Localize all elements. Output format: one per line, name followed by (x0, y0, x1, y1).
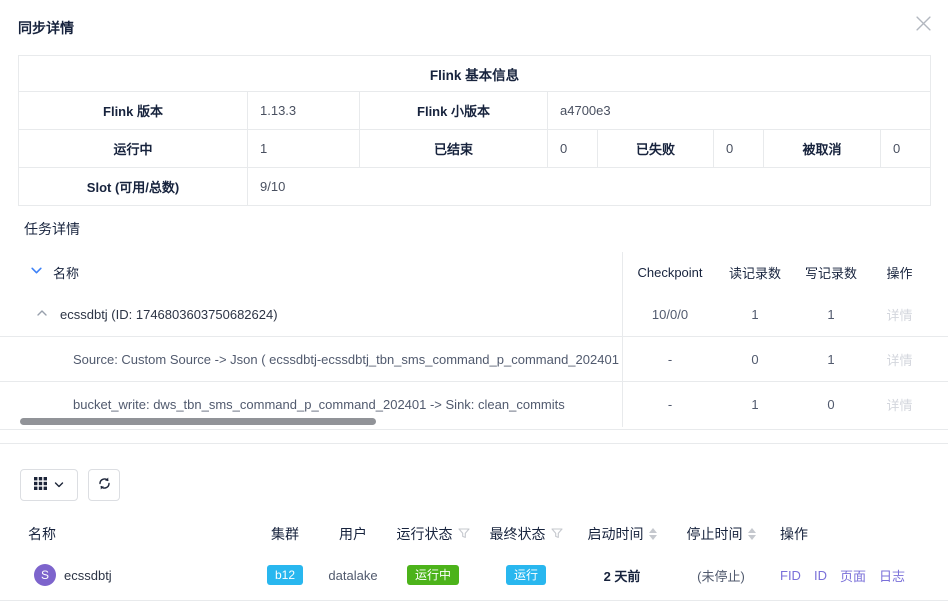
jobs-col-cluster: 集群 (250, 524, 320, 544)
jobs-col-start-time: 启动时间 (572, 524, 672, 544)
task-col-action: 操作 (869, 263, 930, 282)
task-row-source: Source: Custom Source -> Json ( ecssdbtj… (0, 337, 948, 382)
jobs-col-run-status: 运行状态 (386, 524, 480, 544)
slot-label: Slot (可用/总数) (19, 168, 248, 206)
task-details-table: 名称 Checkpoint 读记录数 写记录数 操作 ecssdbtj (ID:… (0, 252, 948, 427)
run-status-badge: 运行中 (407, 565, 459, 585)
column-settings-button[interactable] (20, 469, 78, 501)
detail-link[interactable]: 详情 (886, 398, 912, 413)
task-col-read: 读记录数 (717, 263, 793, 282)
horizontal-scrollbar[interactable] (20, 418, 376, 425)
jobs-col-run-status-label: 运行状态 (397, 524, 453, 544)
cluster-badge: b12 (267, 565, 303, 585)
id-link[interactable]: ID (814, 568, 827, 583)
flink-info-table: Flink 基本信息 Flink 版本 1.13.3 Flink 小版本 a47… (18, 55, 931, 206)
refresh-button[interactable] (88, 469, 120, 501)
filter-funnel-icon[interactable] (551, 526, 563, 542)
detail-link[interactable]: 详情 (886, 308, 912, 323)
log-link[interactable]: 日志 (879, 566, 905, 585)
flink-version-value: 1.13.3 (248, 92, 360, 130)
write-count: 1 (793, 352, 869, 367)
jobs-col-start-time-label: 启动时间 (588, 524, 644, 544)
task-operator-name: Source: Custom Source -> Json ( ecssdbtj… (0, 337, 622, 381)
page-link[interactable]: 页面 (840, 566, 866, 585)
task-table-header: 名称 Checkpoint 读记录数 写记录数 操作 (0, 252, 948, 292)
job-start-time: 2 天前 (572, 566, 672, 585)
job-user: datalake (320, 568, 386, 583)
jobs-col-user: 用户 (320, 524, 386, 544)
jobs-col-stop-time: 停止时间 (672, 524, 770, 544)
refresh-icon (97, 476, 112, 494)
flink-version-label: Flink 版本 (19, 92, 248, 130)
chevron-down-icon (54, 478, 64, 493)
read-count: 0 (717, 352, 793, 367)
job-stop-time: (未停止) (672, 566, 770, 585)
flink-minor-value: a4700e3 (548, 92, 931, 130)
checkpoint-value: 10/0/0 (623, 307, 717, 322)
jobs-col-name: 名称 (0, 524, 250, 544)
jobs-col-action: 操作 (770, 524, 948, 544)
read-count: 1 (717, 307, 793, 322)
jobs-col-final-status-label: 最终状态 (490, 524, 546, 544)
close-button[interactable] (914, 16, 932, 34)
finished-value: 0 (548, 130, 598, 168)
jobs-col-final-status: 最终状态 (480, 524, 572, 544)
avatar: S (34, 564, 56, 586)
write-count: 1 (793, 307, 869, 322)
jobs-col-stop-time-label: 停止时间 (687, 524, 743, 544)
jobs-table-row: S ecssdbtj b12 datalake 运行中 运行 2 天前 (未停止… (0, 550, 948, 601)
slot-value: 9/10 (248, 168, 931, 206)
close-icon (916, 16, 931, 34)
failed-value: 0 (714, 130, 764, 168)
task-col-checkpoint: Checkpoint (623, 265, 717, 280)
filter-funnel-icon[interactable] (458, 526, 470, 542)
write-count: 0 (793, 397, 869, 412)
failed-label: 已失败 (598, 130, 714, 168)
table-bottom-divider (0, 429, 948, 430)
flink-minor-label: Flink 小版本 (360, 92, 548, 130)
jobs-table-header: 名称 集群 用户 运行状态 最终状态 启动时间 停止时间 操作 (0, 518, 948, 550)
chevron-down-icon[interactable] (30, 264, 43, 280)
task-col-name: 名称 (53, 263, 79, 282)
task-details-section-title: 任务详情 (24, 219, 80, 239)
grid-columns-icon (34, 477, 47, 493)
sort-carets-icon[interactable] (649, 528, 657, 540)
canceled-label: 被取消 (764, 130, 881, 168)
checkpoint-value: - (623, 352, 717, 367)
fid-link[interactable]: FID (780, 568, 801, 583)
sort-carets-icon[interactable] (748, 528, 756, 540)
task-col-write: 写记录数 (793, 263, 869, 282)
checkpoint-value: - (623, 397, 717, 412)
task-row-job: ecssdbtj (ID: 1746803603750682624) 10/0/… (0, 292, 948, 337)
final-status-badge: 运行 (506, 565, 546, 585)
flink-info-title: Flink 基本信息 (19, 56, 931, 92)
running-label: 运行中 (19, 130, 248, 168)
drawer-title: 同步详情 (18, 18, 74, 38)
read-count: 1 (717, 397, 793, 412)
finished-label: 已结束 (360, 130, 548, 168)
detail-link[interactable]: 详情 (886, 353, 912, 368)
job-name: ecssdbtj (64, 568, 112, 583)
section-divider (0, 443, 948, 444)
running-value: 1 (248, 130, 360, 168)
collapse-chevron-up-icon[interactable] (36, 307, 48, 322)
canceled-value: 0 (881, 130, 931, 168)
task-job-name: ecssdbtj (ID: 1746803603750682624) (60, 307, 278, 322)
